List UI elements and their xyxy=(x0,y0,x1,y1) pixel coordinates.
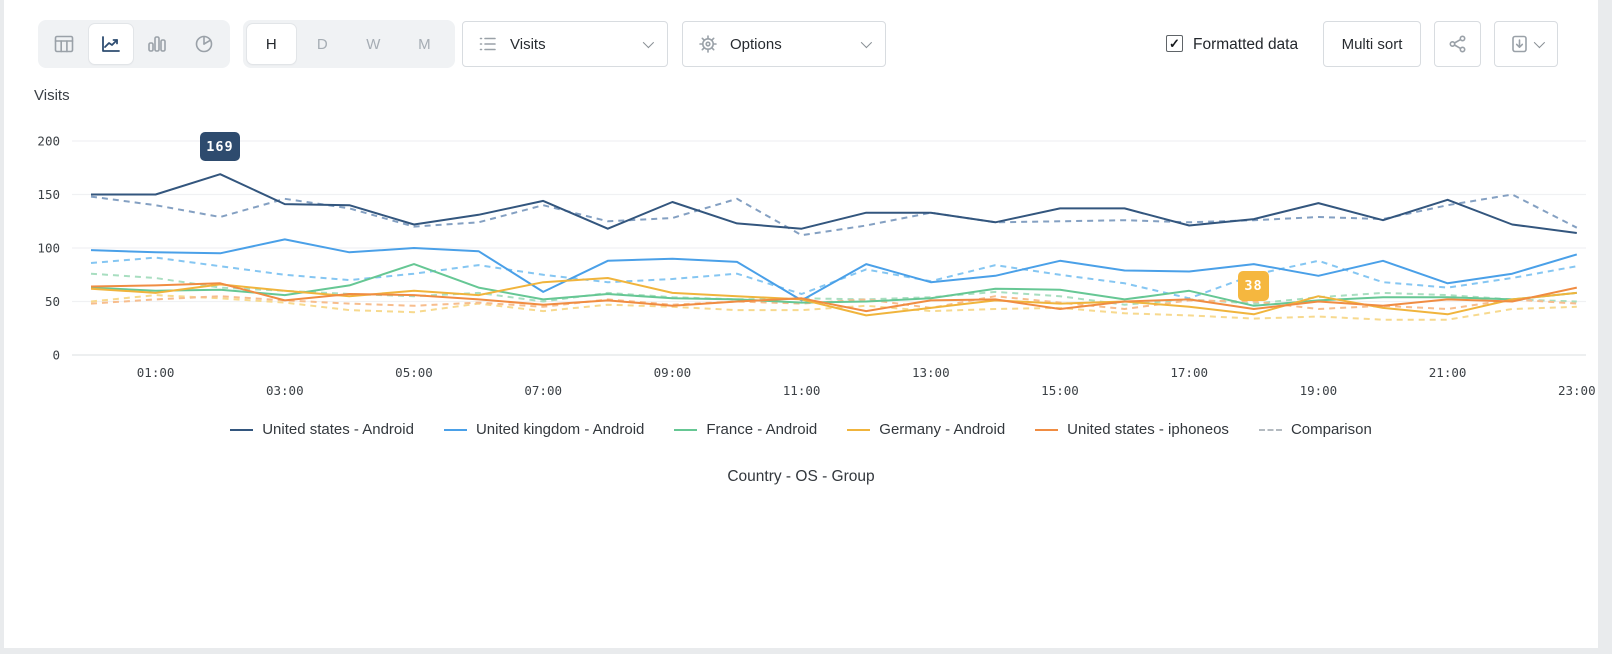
y-tick-label: 50 xyxy=(45,294,60,309)
y-axis-title: Visits xyxy=(34,87,70,104)
chevron-down-icon xyxy=(861,37,872,48)
share-icon xyxy=(1449,35,1467,53)
chart-type-table[interactable] xyxy=(42,24,87,64)
legend-swatch xyxy=(1259,429,1282,431)
granularity-week[interactable]: W xyxy=(349,24,398,64)
chevron-down-icon xyxy=(643,37,654,48)
x-tick-label: 23:00 xyxy=(1558,383,1596,398)
formatted-data-checkbox[interactable]: ✓ xyxy=(1166,35,1183,52)
chart-type-bar[interactable] xyxy=(135,24,180,64)
granularity-label: H xyxy=(266,36,277,53)
x-tick-label: 15:00 xyxy=(1041,383,1079,398)
legend-label: Comparison xyxy=(1291,421,1372,438)
x-tick-label: 07:00 xyxy=(524,383,562,398)
export-button[interactable] xyxy=(1494,21,1558,67)
series-line[interactable] xyxy=(91,195,1577,236)
granularity-label: W xyxy=(366,36,380,53)
x-tick-label: 13:00 xyxy=(912,365,950,380)
chart-type-pie[interactable] xyxy=(182,24,227,64)
y-tick-label: 100 xyxy=(37,241,60,256)
series-line[interactable] xyxy=(91,264,1577,306)
share-button[interactable] xyxy=(1434,21,1481,67)
legend-item[interactable]: United states - iphoneos xyxy=(1035,421,1229,438)
granularity-month[interactable]: M xyxy=(400,24,449,64)
options-dropdown[interactable]: Options xyxy=(682,21,886,67)
export-file-icon xyxy=(1511,35,1528,53)
metric-dropdown[interactable]: Visits xyxy=(462,21,668,67)
granularity-hour[interactable]: H xyxy=(247,24,296,64)
multi-sort-button[interactable]: Multi sort xyxy=(1323,21,1421,67)
x-tick-label: 09:00 xyxy=(654,365,692,380)
x-tick-label: 01:00 xyxy=(137,365,175,380)
pie-chart-icon xyxy=(194,34,214,54)
list-icon xyxy=(479,36,497,52)
x-tick-label: 05:00 xyxy=(395,365,433,380)
line-chart[interactable]: 0 50 100 150 200 01:00 05:00 09:00 13:00 17:00 21:… xyxy=(4,125,1598,405)
legend-label: France - Android xyxy=(706,421,817,438)
legend-label: Germany - Android xyxy=(879,421,1005,438)
chart-type-line[interactable] xyxy=(89,24,134,64)
legend-swatch xyxy=(444,429,467,431)
legend-swatch xyxy=(230,429,253,431)
x-tick-label: 17:00 xyxy=(1170,365,1208,380)
chart-legend: United states - Android United kingdom - … xyxy=(4,421,1598,438)
x-tick-label: 21:00 xyxy=(1429,365,1467,380)
legend-swatch xyxy=(674,429,697,431)
granularity-day[interactable]: D xyxy=(298,24,347,64)
chart-type-group xyxy=(38,20,230,68)
options-dropdown-label: Options xyxy=(730,36,782,53)
legend-swatch xyxy=(847,429,870,431)
legend-label: United kingdom - Android xyxy=(476,421,644,438)
chevron-down-icon xyxy=(1533,37,1544,48)
granularity-group: H D W M xyxy=(243,20,455,68)
legend-label: United states - Android xyxy=(262,421,414,438)
metric-dropdown-label: Visits xyxy=(510,36,546,53)
gear-icon xyxy=(699,35,717,53)
data-point-tooltip: 169 xyxy=(200,132,240,161)
table-icon xyxy=(54,35,74,53)
y-tick-label: 200 xyxy=(37,134,60,149)
chart-caption: Country - OS - Group xyxy=(4,468,1598,486)
legend-item[interactable]: United states - Android xyxy=(230,421,414,438)
legend-swatch xyxy=(1035,429,1058,431)
line-chart-icon xyxy=(101,35,121,53)
data-point-tooltip: 38 xyxy=(1238,271,1269,301)
x-tick-label: 03:00 xyxy=(266,383,304,398)
legend-item[interactable]: United kingdom - Android xyxy=(444,421,644,438)
legend-label: United states - iphoneos xyxy=(1067,421,1229,438)
x-tick-label: 11:00 xyxy=(783,383,821,398)
series-line[interactable] xyxy=(91,274,1577,305)
multi-sort-label: Multi sort xyxy=(1342,36,1403,53)
legend-item[interactable]: Germany - Android xyxy=(847,421,1005,438)
formatted-data-label[interactable]: Formatted data xyxy=(1193,36,1298,54)
checkmark-icon: ✓ xyxy=(1169,36,1180,52)
legend-item[interactable]: France - Android xyxy=(674,421,817,438)
granularity-label: M xyxy=(418,36,431,53)
bar-chart-icon xyxy=(147,35,167,53)
y-tick-label: 150 xyxy=(37,187,60,202)
analytics-panel: H D W M Visits Options ✓ xyxy=(4,0,1598,648)
granularity-label: D xyxy=(317,36,328,53)
series-line[interactable] xyxy=(91,174,1577,233)
y-tick-label: 0 xyxy=(52,348,60,363)
x-tick-label: 19:00 xyxy=(1300,383,1338,398)
legend-item[interactable]: Comparison xyxy=(1259,421,1372,438)
